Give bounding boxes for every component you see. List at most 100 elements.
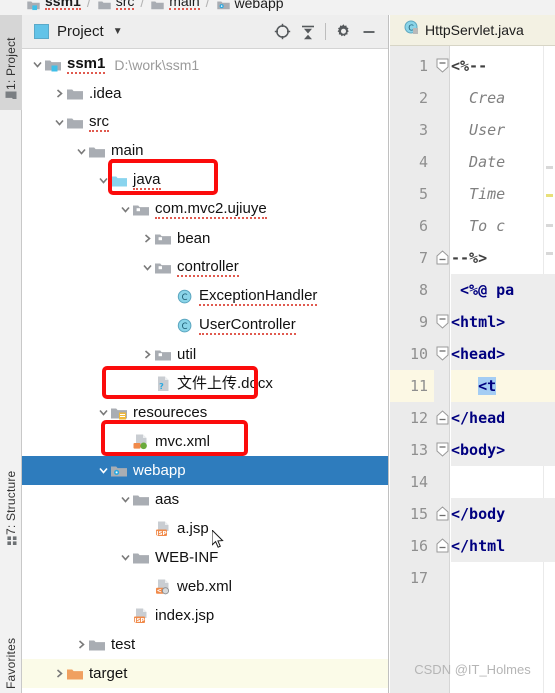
tree-row-label: ExceptionHandler [199, 286, 318, 306]
tree-row-web-xml[interactable]: < web.xml [22, 572, 388, 601]
code-text[interactable]: </html [451, 530, 555, 562]
minimize-icon[interactable] [356, 19, 382, 45]
locate-in-tree-button[interactable] [269, 19, 295, 45]
code-text[interactable]: <body> [451, 434, 555, 466]
code-text[interactable]: --%> [451, 242, 555, 274]
tool-window-button-favorites[interactable]: Favorites [0, 585, 22, 693]
project-tree[interactable]: ssm1 D:\work\ssm1 .idea src main java com.mvc2… [22, 50, 388, 693]
chevron-down-icon[interactable] [118, 493, 132, 507]
tool-window-button-1--project[interactable]: 1: Project [0, 15, 22, 110]
tree-row-pom-xml[interactable]: mpom.xml [22, 688, 388, 693]
source-folder-icon [110, 172, 128, 190]
gear-icon[interactable] [330, 19, 356, 45]
fold-end-icon[interactable] [436, 410, 449, 425]
chevron-down-icon[interactable] [30, 58, 44, 72]
project-tool-window: Project ▼ ssm1 D:\work\ssm1 .idea src ma… [22, 15, 389, 693]
module-folder-icon [26, 0, 41, 11]
tree-row-target[interactable]: target [22, 659, 388, 688]
svg-text:<: < [157, 587, 162, 594]
chevron-down-icon[interactable] [118, 203, 132, 217]
tree-row-webapp[interactable]: webapp [22, 456, 388, 485]
project-icon [4, 90, 18, 101]
toolbar-divider [325, 23, 326, 40]
chevron-down-icon[interactable]: ▼ [113, 26, 123, 37]
breadcrumb-item-ssm1[interactable]: ssm1 [26, 0, 81, 11]
code-text[interactable]: </body [451, 498, 555, 530]
code-text[interactable] [451, 466, 555, 498]
tool-window-button-7--structure[interactable]: 7: Structure [0, 445, 22, 555]
tree-row-java[interactable]: java [22, 166, 388, 195]
fold-collapse-icon[interactable] [436, 442, 449, 457]
tree-row-bean[interactable]: bean [22, 224, 388, 253]
line-number: 6 [418, 217, 428, 235]
chevron-right-icon[interactable] [52, 667, 66, 681]
tree-row-test[interactable]: test [22, 630, 388, 659]
tree-row-a-jsp[interactable]: JSP a.jsp [22, 514, 388, 543]
line-number: 17 [409, 569, 428, 587]
tree-row-文件上传-docx[interactable]: ? 文件上传.docx [22, 369, 388, 398]
fold-end-icon[interactable] [436, 506, 449, 521]
tree-row-util[interactable]: util [22, 340, 388, 369]
tree-row-aas[interactable]: aas [22, 485, 388, 514]
code-text[interactable]: <head> [451, 338, 555, 370]
code-line: 5 Time [390, 178, 555, 210]
chevron-right-icon[interactable] [140, 348, 154, 362]
chevron-right-icon[interactable] [74, 638, 88, 652]
breadcrumb-item-webapp[interactable]: webapp [216, 0, 284, 10]
tree-row-web-inf[interactable]: WEB-INF [22, 543, 388, 572]
fold-end-icon[interactable] [436, 538, 449, 553]
tree-row-index-jsp[interactable]: JSP index.jsp [22, 601, 388, 630]
tree-row-label: target [89, 664, 128, 682]
collapse-all-button[interactable] [295, 19, 321, 45]
code-text[interactable]: To c [451, 210, 555, 242]
code-text[interactable]: Time [451, 178, 555, 210]
fold-collapse-icon[interactable] [436, 346, 449, 361]
line-number: 4 [418, 153, 428, 171]
code-line: 11 <t [390, 370, 555, 402]
chevron-down-icon[interactable] [96, 174, 110, 188]
tree-row-ssm1[interactable]: ssm1 D:\work\ssm1 [22, 50, 388, 79]
code-text[interactable]: <%@ pa [451, 274, 555, 306]
breadcrumb-item-main[interactable]: main [150, 0, 200, 10]
tree-row-src[interactable]: src [22, 108, 388, 137]
tree-row-label: mvc.xml [155, 432, 210, 450]
chevron-down-icon[interactable] [96, 406, 110, 420]
module-folder-icon [44, 56, 62, 74]
tree-row-mvc-xml[interactable]: mvc.xml [22, 427, 388, 456]
chevron-down-icon[interactable] [96, 464, 110, 478]
chevron-right-icon[interactable] [140, 232, 154, 246]
chevron-down-icon[interactable] [118, 551, 132, 565]
fold-collapse-icon[interactable] [436, 58, 449, 73]
code-view[interactable]: 1 <%-- 2 Crea 3 User 4 Date 5 Time 6 To c 7 --%>… [390, 46, 555, 693]
tool-window-label: 1: Project [4, 37, 18, 90]
code-text[interactable] [451, 562, 555, 594]
java-class-icon: C [176, 317, 194, 335]
tree-row--idea[interactable]: .idea [22, 79, 388, 108]
code-text[interactable]: Date [451, 146, 555, 178]
code-text[interactable]: Crea [451, 82, 555, 114]
folder-icon [66, 85, 84, 103]
tree-row-controller[interactable]: controller [22, 253, 388, 282]
code-text[interactable]: User [451, 114, 555, 146]
breadcrumb-item-src[interactable]: src [97, 0, 135, 10]
chevron-down-icon[interactable] [140, 261, 154, 275]
chevron-down-icon[interactable] [52, 116, 66, 130]
chevron-down-icon[interactable] [74, 145, 88, 159]
code-text[interactable]: <%-- [451, 50, 555, 82]
svg-text:C: C [182, 322, 188, 332]
tree-row-exceptionhandler[interactable]: C ExceptionHandler [22, 282, 388, 311]
java-class-icon: C [176, 288, 194, 306]
code-text[interactable]: <html> [451, 306, 555, 338]
fold-end-icon[interactable] [436, 250, 449, 265]
tree-row-resoureces[interactable]: resoureces [22, 398, 388, 427]
fold-collapse-icon[interactable] [436, 314, 449, 329]
code-text[interactable]: <t [451, 370, 555, 402]
chevron-right-icon[interactable] [52, 87, 66, 101]
code-text[interactable]: </head [451, 402, 555, 434]
line-number: 13 [409, 441, 428, 459]
tree-row-com-mvc2-ujiuye[interactable]: com.mvc2.ujiuye [22, 195, 388, 224]
tree-row-usercontroller[interactable]: C UserController [22, 311, 388, 340]
editor-tab-label[interactable]: HttpServlet.java [425, 22, 524, 38]
tree-row-main[interactable]: main [22, 137, 388, 166]
line-number: 7 [418, 249, 428, 267]
